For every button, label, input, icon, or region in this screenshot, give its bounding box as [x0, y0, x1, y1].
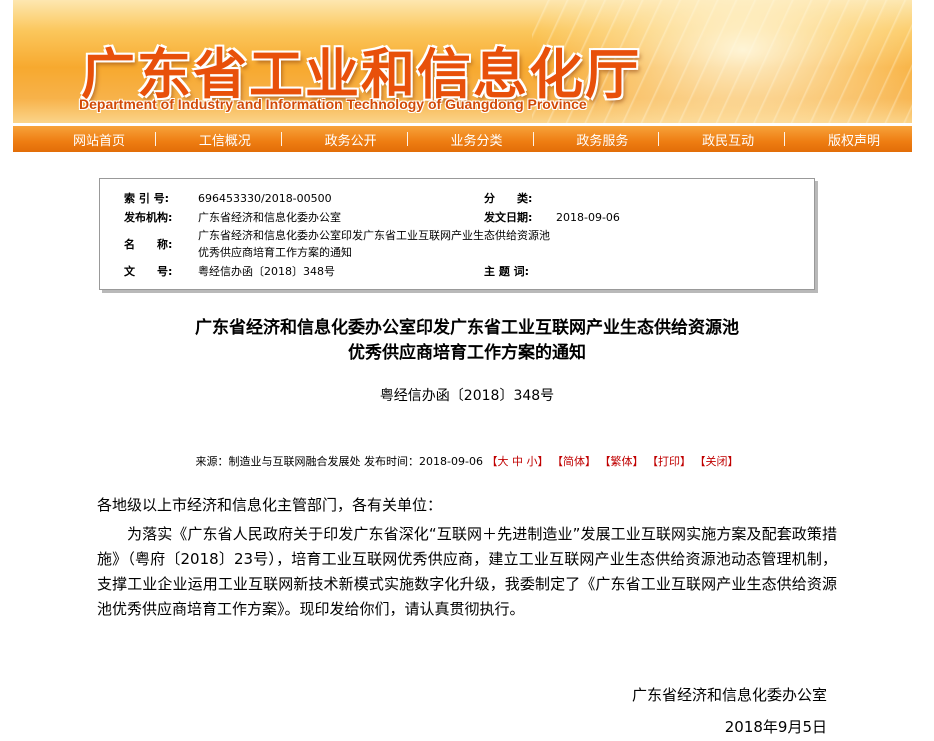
article-paragraph: 为落实《广东省人民政府关于印发广东省深化“互联网＋先进制造业”发展工业互联网实施… — [97, 525, 837, 618]
font-medium-link[interactable]: 中 — [512, 455, 523, 468]
article-source: 来源：制造业与互联网融合发展处 发布时间：2018-09-06 — [195, 455, 483, 468]
article-title-line-1: 广东省经济和信息化委办公室印发广东省工业互联网产业生态供给资源池 — [195, 318, 739, 338]
topic-label: 主 题 词: — [484, 265, 530, 278]
font-size-bracket-close: 】 — [537, 455, 549, 468]
document-info-box: 索 引 号: 696453330/2018-00500 分 类: 发布机构: 广… — [99, 178, 815, 290]
name-value-line-2: 优秀供应商培育工作方案的通知 — [198, 246, 352, 259]
date-value: 2018-09-06 — [556, 211, 620, 224]
article-salutation: 各地级以上市经济和信息化主管部门，各有关单位： — [97, 496, 443, 514]
print-link[interactable]: 【打印】 — [647, 455, 691, 468]
docno-value: 粤经信办函〔2018〕348号 — [198, 265, 335, 278]
nav-overview[interactable]: 工信概况 — [199, 130, 251, 149]
site-subtitle: Department of Industry and Information T… — [79, 96, 587, 112]
nav-separator — [280, 132, 282, 146]
docno-label: 文 号: — [124, 265, 173, 278]
nav-services[interactable]: 政务服务 — [576, 130, 628, 149]
close-link[interactable]: 【关闭】 — [694, 455, 738, 468]
simplified-link[interactable]: 【简体】 — [552, 455, 596, 468]
index-value: 696453330/2018-00500 — [198, 192, 332, 205]
font-size-bracket-open: 【 — [486, 455, 498, 468]
name-label: 名 称: — [124, 238, 173, 251]
category-label: 分 类: — [484, 192, 533, 205]
nav-business-categories[interactable]: 业务分类 — [450, 130, 502, 149]
nav-copyright[interactable]: 版权声明 — [828, 130, 880, 149]
nav-separator — [532, 132, 534, 146]
nav-separator — [658, 132, 660, 146]
font-small-link[interactable]: 小 — [526, 455, 537, 468]
nav-public-affairs[interactable]: 政务公开 — [325, 130, 377, 149]
article-title-line-2: 优秀供应商培育工作方案的通知 — [348, 343, 586, 363]
article-doc-number: 粤经信办函〔2018〕348号 — [379, 388, 555, 404]
issuer-value: 广东省经济和信息化委办公室 — [198, 211, 341, 224]
article-meta: 来源：制造业与互联网融合发展处 发布时间：2018-09-06 【大 中 小】 … — [0, 453, 934, 469]
name-value-line-1: 广东省经济和信息化委办公室印发广东省工业互联网产业生态供给资源池 — [198, 229, 550, 242]
site-banner: 广东省工业和信息化厅 Department of Industry and In… — [13, 0, 912, 123]
index-label: 索 引 号: — [124, 192, 170, 205]
main-nav: 网站首页 工信概况 政务公开 业务分类 政务服务 政民互动 版权声明 — [13, 126, 912, 152]
nav-home[interactable]: 网站首页 — [73, 130, 125, 149]
traditional-link[interactable]: 【繁体】 — [599, 455, 643, 468]
signature-org: 广东省经济和信息化委办公室 — [631, 686, 827, 704]
nav-separator — [155, 132, 157, 146]
font-large-link[interactable]: 大 — [497, 455, 508, 468]
nav-separator — [406, 132, 408, 146]
signature-date: 2018年9月5日 — [724, 718, 827, 736]
nav-separator — [784, 132, 786, 146]
date-label: 发文日期: — [484, 211, 533, 224]
nav-interaction[interactable]: 政民互动 — [702, 130, 754, 149]
issuer-label: 发布机构: — [124, 211, 173, 224]
